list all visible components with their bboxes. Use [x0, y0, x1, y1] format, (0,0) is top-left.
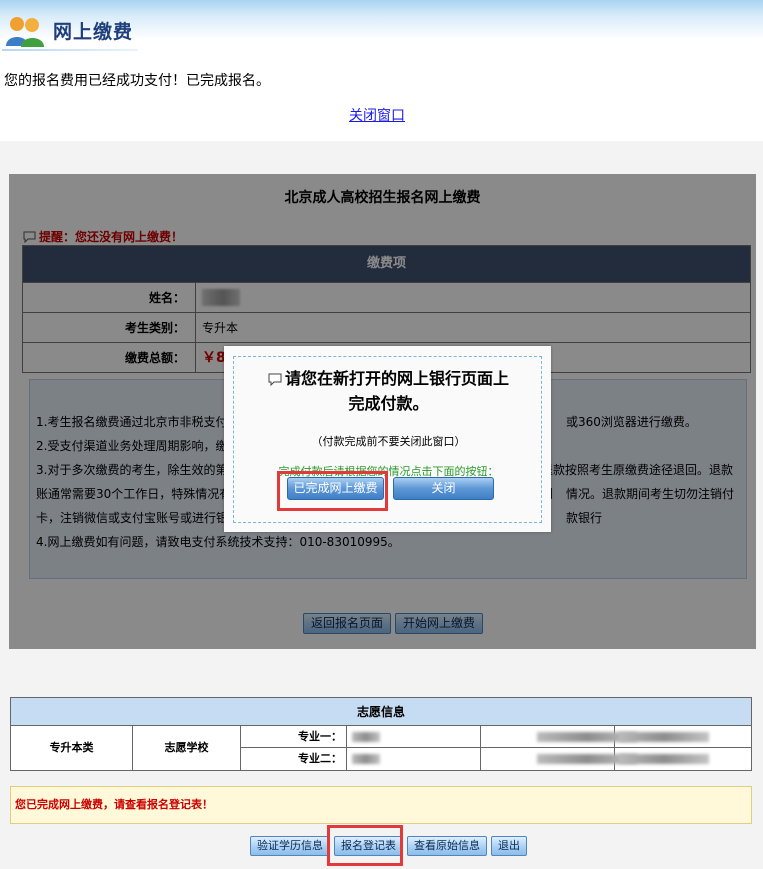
modal-close-button[interactable]: 关闭 [393, 477, 494, 500]
wish-info-table: 志愿信息 专升本类 志愿学校 专业一： 专业二： [10, 697, 752, 771]
close-window-link[interactable]: 关闭窗口 [349, 105, 405, 125]
major2-label: 专业二： [241, 748, 347, 770]
comment-icon [268, 373, 282, 387]
users-icon [6, 17, 44, 47]
highlight-box [277, 471, 388, 511]
exit-button[interactable]: 退出 [491, 836, 527, 856]
view-original-info-button[interactable]: 查看原始信息 [407, 836, 487, 856]
category-cell: 专升本类 [11, 726, 133, 770]
table-row: 专业一： [241, 726, 751, 748]
table-row: 专业二： [241, 748, 751, 770]
modal-subtext: （付款完成前不要关闭此窗口） [311, 435, 466, 448]
wish-info-body: 专升本类 志愿学校 专业一： 专业二： [11, 726, 751, 770]
verify-education-button[interactable]: 验证学历信息 [250, 836, 330, 856]
major2-extra [615, 748, 751, 770]
major2-major [481, 748, 637, 770]
major1-extra [615, 726, 751, 747]
highlight-box [327, 825, 403, 866]
major1-school [347, 726, 481, 747]
modal-heading: 请您在新打开的网上银行页面上 完成付款。 [234, 366, 543, 416]
top-banner: 网上缴费 [0, 0, 763, 55]
major1-label: 专业一： [241, 726, 347, 747]
redacted-text [619, 754, 709, 764]
school-label-cell: 志愿学校 [133, 726, 241, 770]
redacted-text [619, 732, 709, 742]
major2-school [347, 748, 481, 770]
redacted-text [352, 754, 380, 764]
completion-notice: 您已完成网上缴费，请查看报名登记表！ [10, 786, 752, 824]
modal-heading-line2: 完成付款。 [348, 394, 429, 413]
major1-major [481, 726, 637, 747]
page-title: 网上缴费 [53, 21, 134, 43]
modal-heading-line1: 请您在新打开的网上银行页面上 [284, 369, 509, 388]
wish-info-title: 志愿信息 [11, 698, 751, 726]
redacted-text [352, 732, 380, 742]
success-message: 您的报名费用已经成功支付！已完成报名。 [4, 73, 270, 89]
title-underline [2, 49, 138, 51]
